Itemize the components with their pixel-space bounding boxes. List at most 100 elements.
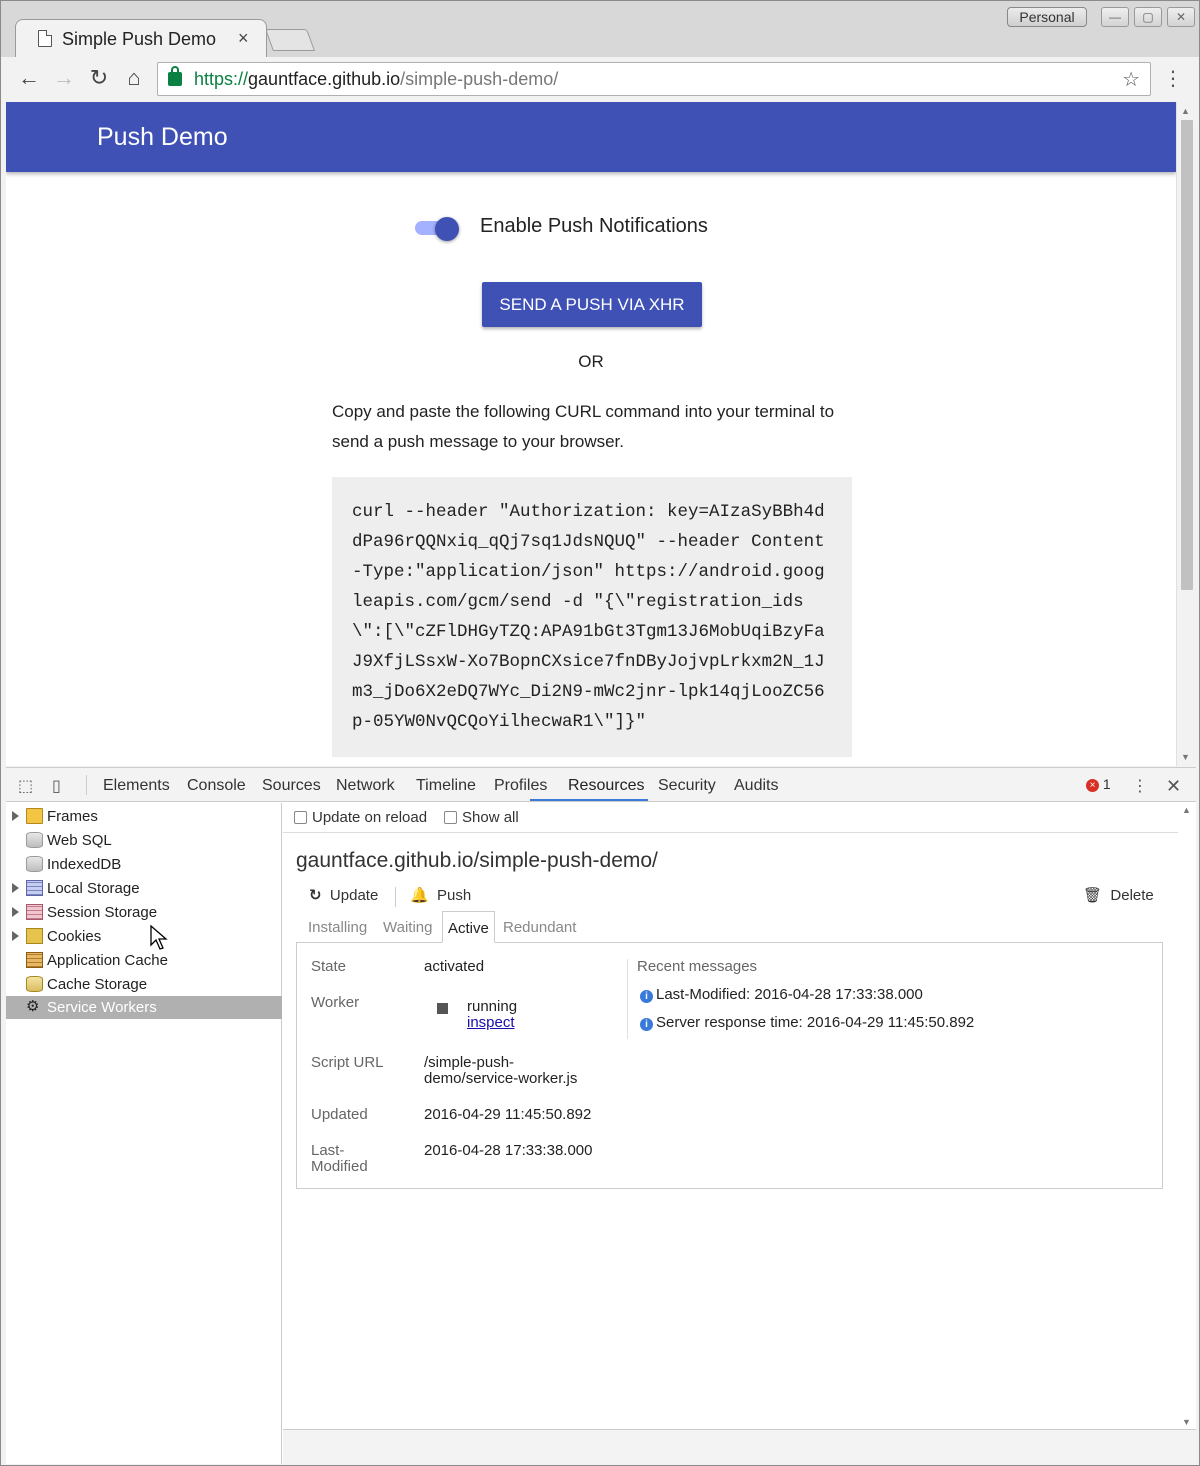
- sidebar-item-cookies[interactable]: Cookies: [6, 925, 282, 949]
- delete-button[interactable]: 🗑 Delete: [1083, 886, 1154, 904]
- devtools-panel: ⬚ ▯ Elements Console Sources Network Tim…: [6, 767, 1196, 1464]
- devtools-menu-icon[interactable]: ⋮: [1132, 776, 1150, 795]
- scroll-down-icon[interactable]: ▼: [1181, 752, 1190, 762]
- grid-icon: [26, 904, 43, 920]
- back-icon[interactable]: ←: [16, 65, 42, 91]
- update-on-reload-checkbox[interactable]: [294, 811, 307, 824]
- minimize-button[interactable]: —: [1101, 7, 1129, 27]
- devtools-status-bar: [283, 1429, 1196, 1464]
- browser-window: Simple Push Demo × Personal — ▢ ✕ ← → ↻ …: [0, 0, 1200, 1466]
- url-text: https://gauntface.github.io/simple-push-…: [194, 69, 559, 89]
- or-text: OR: [578, 352, 604, 371]
- script-url-value[interactable]: /simple-push-demo/service-worker.js: [424, 1055, 599, 1087]
- scroll-thumb[interactable]: [1181, 120, 1193, 590]
- scroll-up-icon[interactable]: ▲: [1182, 805, 1191, 815]
- expand-arrow-icon[interactable]: [12, 907, 19, 917]
- cache-icon: [26, 976, 43, 992]
- device-mode-icon[interactable]: ▯: [52, 776, 70, 795]
- update-button[interactable]: ↻ Update: [309, 886, 378, 904]
- browser-menu-icon[interactable]: ⋮: [1163, 65, 1183, 93]
- bookmark-star-icon[interactable]: ☆: [1122, 67, 1140, 92]
- address-bar[interactable]: https://gauntface.github.io/simple-push-…: [157, 62, 1151, 96]
- close-window-button[interactable]: ✕: [1167, 7, 1195, 27]
- script-url-label: Script URL: [311, 1054, 384, 1071]
- page-scrollbar[interactable]: ▲ ▼: [1176, 102, 1196, 766]
- tab-console[interactable]: Console: [187, 777, 246, 795]
- tab-security[interactable]: Security: [658, 777, 716, 795]
- browser-toolbar: ← → ↻ ⌂ https://gauntface.github.io/simp…: [1, 57, 1199, 101]
- resources-sidebar: Frames Web SQL IndexedDB Local Storage S…: [6, 803, 282, 1464]
- expand-arrow-icon[interactable]: [12, 883, 19, 893]
- last-modified-value: 2016-04-28 17:33:38.000: [424, 1142, 593, 1159]
- tab-audits[interactable]: Audits: [734, 777, 778, 795]
- updated-label: Updated: [311, 1106, 368, 1123]
- active-tab-indicator: [530, 799, 648, 801]
- sidebar-item-frames[interactable]: Frames: [6, 805, 282, 829]
- expand-arrow-icon[interactable]: [12, 811, 19, 821]
- stop-icon[interactable]: [437, 1003, 448, 1014]
- scroll-down-icon[interactable]: ▼: [1182, 1417, 1191, 1427]
- tab-elements[interactable]: Elements: [103, 777, 170, 795]
- sidebar-item-local-storage[interactable]: Local Storage: [6, 877, 282, 901]
- sidebar-item-web-sql[interactable]: Web SQL: [6, 829, 282, 853]
- scroll-up-icon[interactable]: ▲: [1181, 106, 1190, 116]
- recent-messages-header: Recent messages: [637, 958, 758, 975]
- devtools-tab-bar: ⬚ ▯ Elements Console Sources Network Tim…: [6, 768, 1196, 802]
- message-item: i Server response time: 2016-04-29 11:45:…: [640, 1014, 974, 1031]
- info-icon: i: [640, 990, 653, 1003]
- expand-arrow-icon[interactable]: [12, 931, 19, 941]
- tab-profiles[interactable]: Profiles: [494, 777, 547, 795]
- info-icon: i: [640, 1018, 653, 1031]
- action-divider: [395, 887, 396, 907]
- error-counter[interactable]: × 1: [1086, 776, 1111, 792]
- mouse-cursor-icon: [150, 925, 168, 950]
- worker-status: running: [467, 998, 518, 1015]
- refresh-icon: ↻: [309, 887, 322, 904]
- profile-button[interactable]: Personal: [1007, 7, 1087, 27]
- tab-timeline[interactable]: Timeline: [416, 777, 476, 795]
- database-icon: [26, 832, 43, 848]
- push-toggle-switch[interactable]: [415, 217, 461, 241]
- worker-state-tabs: Installing Waiting Active Redundant: [296, 911, 1163, 943]
- send-push-button[interactable]: SEND A PUSH VIA XHR: [482, 282, 702, 327]
- tab-active[interactable]: Active: [442, 911, 495, 943]
- folder-icon: [26, 808, 43, 824]
- inspect-element-icon[interactable]: ⬚: [18, 776, 36, 795]
- tab-resources[interactable]: Resources: [568, 777, 644, 795]
- curl-command[interactable]: curl --header "Authorization: key=AIzaSy…: [332, 477, 852, 757]
- home-icon[interactable]: ⌂: [121, 65, 147, 91]
- tab-installing[interactable]: Installing: [308, 919, 367, 936]
- tab-title: Simple Push Demo: [62, 29, 217, 49]
- sidebar-item-application-cache[interactable]: Application Cache: [6, 949, 282, 973]
- instructions-text: Copy and paste the following CURL comman…: [332, 402, 835, 451]
- state-label: State: [311, 958, 347, 975]
- new-tab-button[interactable]: [264, 29, 316, 51]
- tab-waiting[interactable]: Waiting: [383, 919, 432, 936]
- sidebar-item-cache-storage[interactable]: Cache Storage: [6, 973, 282, 997]
- last-modified-label: Last-Modified: [311, 1142, 368, 1175]
- details-divider: [627, 959, 628, 1039]
- update-on-reload-label: Update on reload: [312, 809, 428, 826]
- sidebar-item-session-storage[interactable]: Session Storage: [6, 901, 282, 925]
- tab-sources[interactable]: Sources: [262, 777, 321, 795]
- forward-icon[interactable]: →: [51, 65, 77, 91]
- show-all-checkbox[interactable]: [444, 811, 457, 824]
- devtools-close-icon[interactable]: ✕: [1166, 776, 1184, 796]
- service-workers-panel: Update on reload Show all gauntface.gith…: [283, 803, 1178, 1429]
- sidebar-item-indexeddb[interactable]: IndexedDB: [6, 853, 282, 877]
- sidebar-item-service-workers[interactable]: ⚙ Service Workers: [6, 996, 282, 1019]
- app-bar: Push Demo: [6, 102, 1176, 172]
- maximize-button[interactable]: ▢: [1134, 7, 1162, 27]
- push-button[interactable]: 🔔 Push: [410, 886, 471, 904]
- inspect-link[interactable]: inspect: [467, 1015, 515, 1031]
- tab-redundant[interactable]: Redundant: [503, 919, 576, 936]
- tab-network[interactable]: Network: [336, 777, 395, 795]
- reload-icon[interactable]: ↻: [86, 65, 112, 91]
- message-item: i Last-Modified: 2016-04-28 17:33:38.000: [640, 986, 923, 1003]
- lock-icon: [168, 66, 182, 86]
- tab-strip: Simple Push Demo × Personal — ▢ ✕: [1, 1, 1199, 57]
- appcache-icon: [26, 952, 43, 968]
- browser-tab[interactable]: Simple Push Demo ×: [15, 19, 267, 57]
- panel-scrollbar[interactable]: ▲ ▼: [1178, 803, 1196, 1429]
- tab-close-icon[interactable]: ×: [238, 28, 249, 49]
